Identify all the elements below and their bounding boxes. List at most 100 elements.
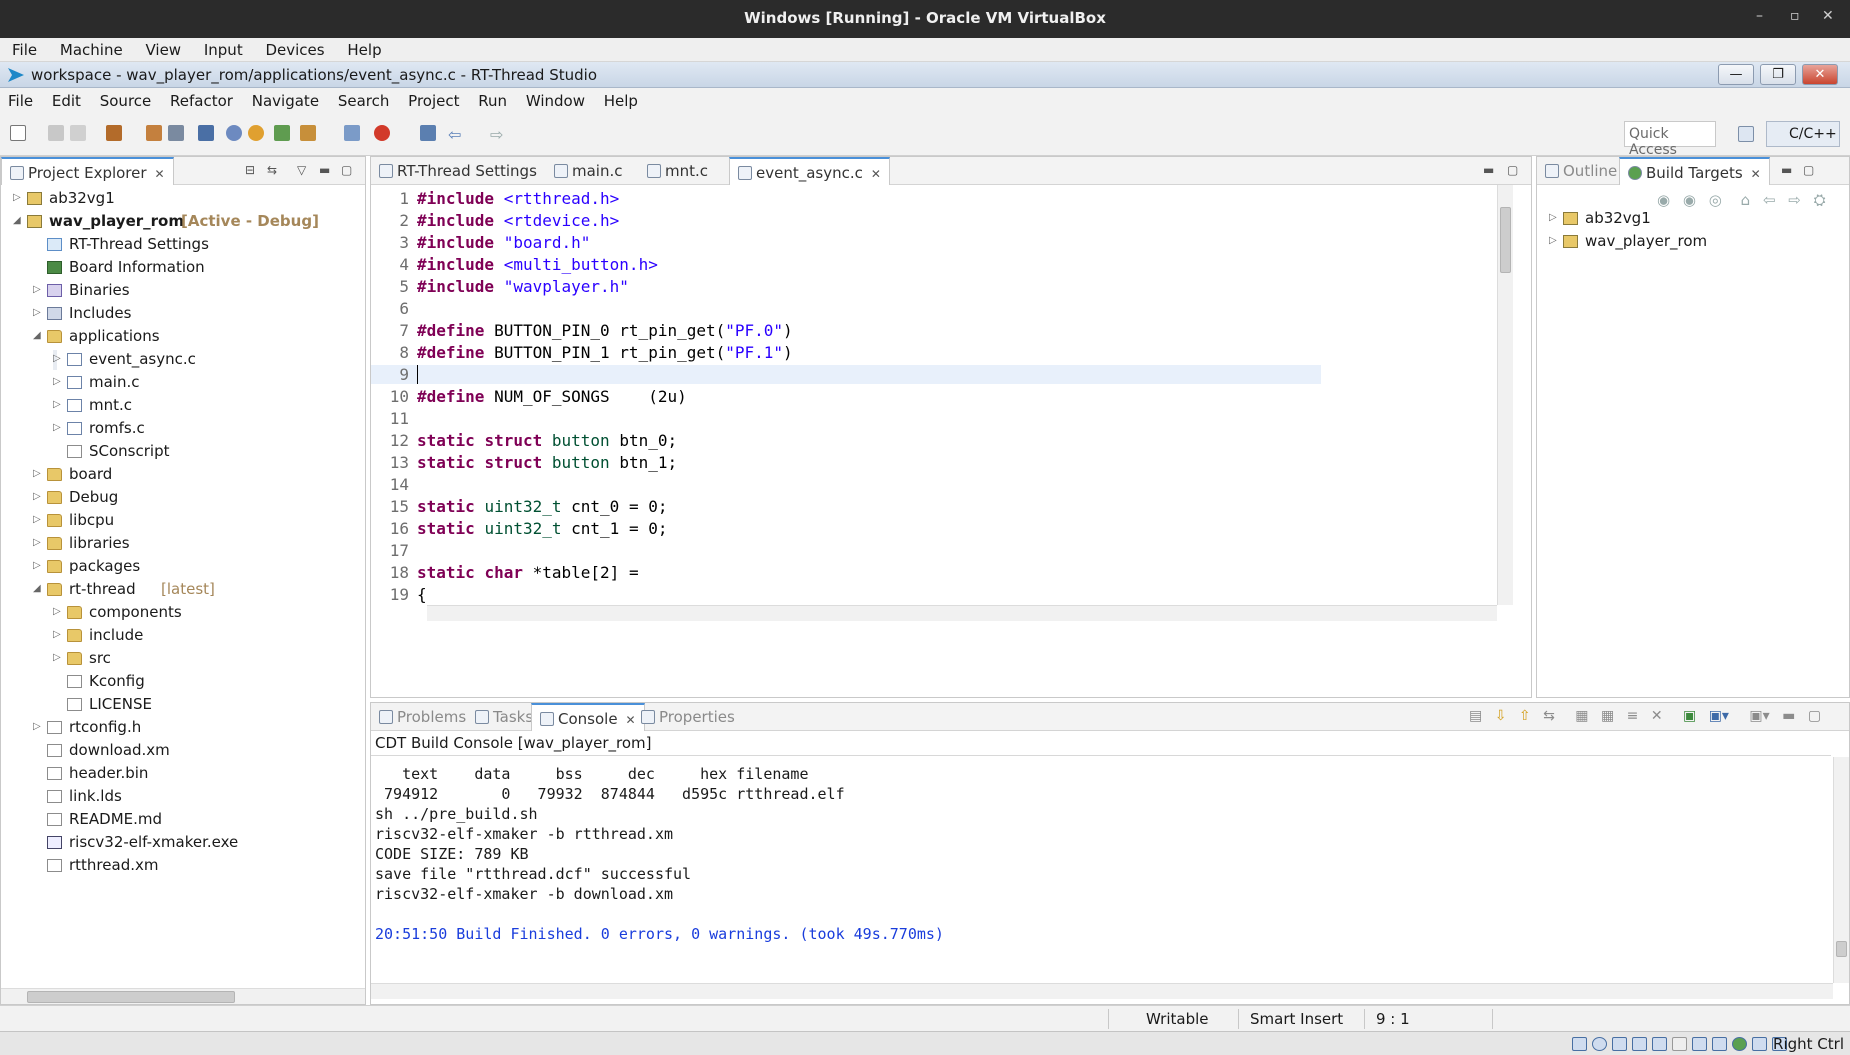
clean-icon[interactable] xyxy=(168,125,184,141)
editor-vscroll[interactable] xyxy=(1497,185,1513,605)
link-editor-icon[interactable]: ⇆ xyxy=(267,163,277,177)
tab-project-explorer[interactable]: Project Explorer ✕ xyxy=(1,157,174,185)
sdk-manager-icon[interactable] xyxy=(344,125,360,141)
vbox-menu-view[interactable]: View xyxy=(133,38,187,59)
bug-icon[interactable] xyxy=(248,125,264,141)
maximize-view-icon[interactable]: ▢ xyxy=(341,163,352,177)
code-editor[interactable]: 1 #include <rtthread.h> 2 #include <rtdevic… xyxy=(371,185,1341,605)
save-all-icon[interactable] xyxy=(70,125,86,141)
code-line[interactable]: 18 static char *table[2] = xyxy=(371,563,1321,582)
project-tree-hscroll[interactable] xyxy=(1,988,365,1004)
network-icon[interactable] xyxy=(1632,1037,1647,1051)
code-line[interactable]: 4 #include <multi_button.h> xyxy=(371,255,1321,274)
open-console-icon[interactable]: ▣▾ xyxy=(1709,708,1729,724)
code-line[interactable]: 15 static uint32_t cnt_0 = 0; xyxy=(371,497,1321,516)
audio-icon[interactable] xyxy=(1612,1037,1627,1051)
build-target-icon[interactable]: ◉ xyxy=(1683,191,1696,209)
expand-arrow-icon[interactable]: ▷ xyxy=(1549,235,1559,246)
copy-icon[interactable]: ≡ xyxy=(1627,708,1639,724)
vbox-menu-file[interactable]: File xyxy=(0,38,43,59)
optical-drive-icon[interactable] xyxy=(1592,1037,1607,1051)
expand-arrow-icon[interactable]: ▷ xyxy=(33,721,43,732)
scroll-thumb[interactable] xyxy=(1836,941,1847,957)
menu-window[interactable]: Window xyxy=(518,88,591,110)
build-hammer-icon[interactable] xyxy=(106,125,122,141)
code-line[interactable]: 5 #include "wavplayer.h" xyxy=(371,277,1321,296)
quick-access-input[interactable]: Quick Access xyxy=(1624,121,1716,158)
code-line[interactable]: 17 xyxy=(371,541,1321,560)
console-vscroll[interactable] xyxy=(1833,757,1849,983)
expand-arrow-icon[interactable]: ▷ xyxy=(33,514,43,525)
expand-arrow-icon[interactable]: ▷ xyxy=(53,606,63,617)
menu-file[interactable]: File xyxy=(0,88,39,110)
display-icon[interactable] xyxy=(1692,1037,1707,1051)
code-line[interactable]: 10 #define NUM_OF_SONGS (2u) xyxy=(371,387,1321,406)
close-icon[interactable]: ✕ xyxy=(155,167,165,181)
new-console-icon[interactable]: ▣▾ xyxy=(1749,708,1769,724)
debug-config-icon[interactable] xyxy=(226,125,242,141)
status-insert-mode[interactable]: Smart Insert xyxy=(1250,1010,1343,1028)
expand-arrow-icon[interactable]: ▷ xyxy=(1549,212,1559,223)
code-line[interactable]: 13 static struct button btn_1; xyxy=(371,453,1321,472)
flash-icon[interactable] xyxy=(300,125,316,141)
code-line[interactable]: 1 #include <rtthread.h> xyxy=(371,189,1321,208)
code-line[interactable]: 3 #include "board.h" xyxy=(371,233,1321,252)
code-line[interactable]: 12 static struct button btn_0; xyxy=(371,431,1321,450)
mouse-integration-icon[interactable] xyxy=(1752,1037,1767,1051)
code-line[interactable]: 9​ xyxy=(371,365,1321,384)
prev-error-icon[interactable]: ⇧ xyxy=(1519,708,1531,724)
host-close-icon[interactable]: ✕ xyxy=(1822,8,1834,24)
expand-arrow-icon[interactable]: ▷ xyxy=(33,537,43,548)
tree-item[interactable]: ▷ event_async.c xyxy=(53,350,196,370)
view-menu-icon[interactable]: ▽ xyxy=(297,163,306,177)
filter-icon[interactable]: ⛭ xyxy=(1814,191,1826,209)
stop-icon[interactable] xyxy=(374,125,390,141)
home-icon[interactable]: ⌂ xyxy=(1741,191,1751,209)
vbox-menu-machine[interactable]: Machine xyxy=(48,38,129,59)
tab-main-c[interactable]: main.c xyxy=(546,157,631,185)
terminal-icon[interactable] xyxy=(198,125,214,141)
expand-arrow-icon[interactable]: ▷ xyxy=(53,629,63,640)
host-minimize-icon[interactable]: – xyxy=(1756,8,1763,24)
code-line[interactable]: 6 xyxy=(371,299,1321,318)
close-icon[interactable]: ✕ xyxy=(1751,167,1761,181)
tab-console[interactable]: Console ✕ xyxy=(531,703,645,731)
back-icon[interactable]: ⇦ xyxy=(1763,191,1776,209)
next-error-icon[interactable]: ⇩ xyxy=(1495,708,1507,724)
minimize-view-icon[interactable]: ▬ xyxy=(1782,708,1795,724)
expand-arrow-icon[interactable]: ▷ xyxy=(33,307,43,318)
menu-project[interactable]: Project xyxy=(400,88,465,110)
maximize-view-icon[interactable]: ▢ xyxy=(1808,708,1821,724)
recording-icon[interactable] xyxy=(1712,1037,1727,1051)
expand-arrow-icon[interactable]: ▷ xyxy=(33,468,43,479)
rebuild-icon[interactable] xyxy=(146,125,162,141)
save-icon[interactable] xyxy=(48,125,64,141)
back-arrow-icon[interactable]: ⇦ xyxy=(448,125,466,144)
expand-arrow-icon[interactable]: ▷ xyxy=(53,422,63,433)
new-target-icon[interactable]: ◉ xyxy=(1657,191,1670,209)
tab-event-async-c[interactable]: event_async.c ✕ xyxy=(729,157,890,185)
tab-problems[interactable]: Problems xyxy=(371,703,474,731)
search-file-icon[interactable] xyxy=(420,125,436,141)
editor-hscroll[interactable] xyxy=(427,605,1497,621)
maximize-view-icon[interactable]: ▢ xyxy=(1507,163,1518,177)
menu-help[interactable]: Help xyxy=(596,88,644,110)
minimize-button[interactable]: — xyxy=(1718,64,1754,85)
forward-arrow-icon[interactable]: ⇨ xyxy=(490,125,508,144)
menu-run[interactable]: Run xyxy=(470,88,513,110)
new-icon[interactable] xyxy=(10,125,26,141)
menu-edit[interactable]: Edit xyxy=(44,88,87,110)
clear-console-icon[interactable]: ▤ xyxy=(1469,708,1482,724)
edit-target-icon[interactable]: ◎ xyxy=(1709,191,1722,209)
pin-console-icon[interactable]: ▦ xyxy=(1575,708,1588,724)
minimize-view-icon[interactable]: ▬ xyxy=(319,163,330,177)
hard-disk-icon[interactable] xyxy=(1572,1037,1587,1051)
code-line[interactable]: 14 xyxy=(371,475,1321,494)
collapse-arrow-icon[interactable]: ◢ xyxy=(13,215,23,226)
vbox-menu-input[interactable]: Input xyxy=(192,38,249,59)
tab-mnt-c[interactable]: mnt.c xyxy=(639,157,716,185)
perspective-cpp-button[interactable]: C/C++ xyxy=(1766,121,1840,147)
tab-outline[interactable]: Outline xyxy=(1537,157,1625,185)
expand-arrow-icon[interactable]: ▷ xyxy=(33,284,43,295)
cpu-icon[interactable] xyxy=(1732,1037,1747,1051)
